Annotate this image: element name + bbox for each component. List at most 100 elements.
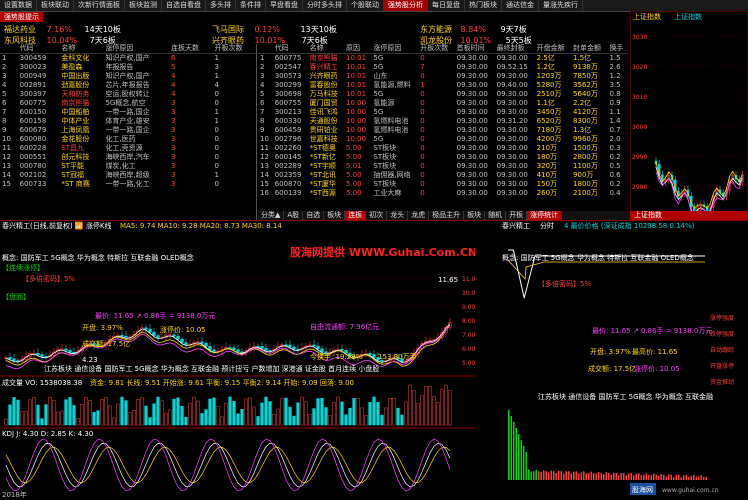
volume-bar xyxy=(236,413,240,426)
column-header[interactable]: 最终封板 xyxy=(494,44,535,54)
intraday-volume-bar xyxy=(540,471,542,480)
column-header[interactable]: 涨停原因 xyxy=(103,44,169,54)
column-header[interactable]: 名称 xyxy=(59,44,104,54)
table-row[interactable]: 9 600459 贵研铂业 10.00 氢燃料电池 0 09.30.00 09.30.00 71… xyxy=(258,126,628,135)
table-row[interactable]: 5 300397 天和防务 空运,股权转让 4 0 xyxy=(0,90,256,99)
column-header[interactable]: 代码 xyxy=(17,44,60,54)
index-mini-chart[interactable]: 上证指数 上证指数 3030 3020 3010 3000 2990 2980 xyxy=(630,11,748,219)
summary-mid-1[interactable]: 飞马国际 0.12% 13天10板 xyxy=(212,24,337,35)
category-button[interactable]: A股 xyxy=(284,211,304,220)
table-cell: 0 xyxy=(420,135,425,143)
top-tab[interactable]: 强势股分析 xyxy=(384,0,428,11)
table-row[interactable]: 13 002289 *ST宇顺 5.01 ST板块 0 09.30.00 09.30.00 32… xyxy=(258,162,628,171)
summary-right-1[interactable]: 东方能源 8.84% 9天7板 xyxy=(420,24,527,35)
category-button[interactable]: 龙虎 xyxy=(408,211,430,220)
table-row[interactable]: 9 600679 上海凤凰 一带一路,国企 3 0 xyxy=(0,126,256,135)
table-row[interactable]: 16 600139 *ST西源 5.00 工业大麻 0 09.30.00 09.30.00 26… xyxy=(258,189,628,198)
category-button[interactable]: 自选 xyxy=(303,211,325,220)
top-tab[interactable]: 通达信金 xyxy=(502,0,539,11)
table-row[interactable]: 11 600228 ST昌九 化工,壳资源 3 0 xyxy=(0,144,256,153)
category-button[interactable]: 板块 xyxy=(464,211,486,220)
column-header[interactable]: 代码 xyxy=(272,44,308,54)
table-row[interactable]: 6 600775 南京熊猫 5G概念,航空 3 0 xyxy=(0,99,256,108)
column-header[interactable]: 原因 xyxy=(344,44,372,54)
column-header[interactable] xyxy=(0,44,18,54)
table-row[interactable]: 12 600145 *ST新亿 5.00 ST板块 0 09.30.00 09.30.00 18… xyxy=(258,153,628,162)
kline-chart[interactable]: 春兴精工(日线,前复权) 📶 涨停K线 MA5: 9.74 MA10: 9.28… xyxy=(0,220,475,500)
table-row[interactable]: 2 002547 春兴精工 10.01 5G 7 09.30.00 09.52.15 1.2亿 9… xyxy=(258,63,628,72)
intraday-chart[interactable]: 春兴精工 分时 4 最价价格 (深证成指 10298.58 0.14%) 概念:… xyxy=(478,220,748,500)
column-header[interactable] xyxy=(258,44,273,54)
volume-bar xyxy=(412,390,416,426)
table-row[interactable]: 13 000780 ST平能 煤炭,化工 3 0 xyxy=(0,162,256,171)
top-tab[interactable]: 每日复盘 xyxy=(428,0,465,11)
top-tab[interactable]: 多头排 xyxy=(206,0,236,11)
table-row[interactable]: 4 300299 富春股份 10.01 氢能源,燃料 1 09.30.00 09.40.00 5… xyxy=(258,81,628,90)
top-tab[interactable]: 分时多头排 xyxy=(303,0,347,11)
table-row[interactable]: 8 600158 中体产业 体育产业,雄安 3 1 xyxy=(0,117,256,126)
table-row[interactable]: 3 000949 中国出版 知识产权,国产 4 1 xyxy=(0,72,256,81)
table-row[interactable]: 14 002102 ST冠福 海峡西岸,超级 3 1 xyxy=(0,171,256,180)
intraday-volume-bar xyxy=(553,471,555,480)
table-row[interactable]: 5 300698 万马科技 10.01 5G 0 09.30.00 09.30.00 2510万… xyxy=(258,90,628,99)
table-row[interactable]: 7 600150 中国船舶 一带一路,国企 3 1 xyxy=(0,108,256,117)
top-tab[interactable]: 条件排 xyxy=(236,0,266,11)
category-button[interactable]: 连板 xyxy=(345,211,367,220)
info-3: 成交额: 17.5亿 xyxy=(82,339,130,348)
category-button[interactable]: 随机 xyxy=(485,211,507,220)
top-tab[interactable]: 板块联动 xyxy=(37,0,74,11)
table-row[interactable]: 7 300213 佳讯飞鸿 10.00 5G 0 09.30.00 09.30.00 3450万… xyxy=(258,108,628,117)
top-tab[interactable]: 自选自看盘 xyxy=(162,0,206,11)
category-button[interactable]: 龙头 xyxy=(387,211,409,220)
top-tab[interactable]: 设置数据 xyxy=(0,0,37,11)
column-header[interactable]: 开盘金额 xyxy=(534,44,572,54)
volume-bar xyxy=(344,414,348,426)
column-header[interactable]: 名称 xyxy=(307,44,345,54)
index-label-bar[interactable]: 上证指数 xyxy=(630,211,748,220)
column-header[interactable]: 开板次数 xyxy=(418,44,455,54)
category-button[interactable]: 极品主升 xyxy=(429,211,465,220)
table-row[interactable]: 2 300023 美盈森 年报报告 5 3 xyxy=(0,63,256,72)
table-row[interactable]: 3 300573 兴齐眼药 10.01 山东 0 09.30.00 09.30.00 1203万… xyxy=(258,72,628,81)
table-row[interactable]: 1 300459 金科文化 知识产权,国产 6 1 xyxy=(0,54,256,64)
summary-left-1[interactable]: 福达药业 7.16% 14天10板 xyxy=(4,24,121,35)
top-tab[interactable]: 早盘看盘 xyxy=(266,0,303,11)
table-cell: 09.30.00 xyxy=(496,153,528,161)
column-header[interactable]: 连板天数 xyxy=(168,44,213,54)
volume-bar xyxy=(120,396,124,426)
intraday-concept-bar: 江苏板块 通信设备 国防军工 5G概念 华为概念 互联金融 xyxy=(538,392,713,401)
table-row[interactable]: 11 002260 *ST德奥 5.00 ST板块 0 09.30.00 09.30.00 21… xyxy=(258,144,628,153)
column-header[interactable]: 开板次数 xyxy=(212,44,256,54)
table-row[interactable]: 8 600330 天通股份 10.00 氢燃料电池 0 09.30.00 09.31.20 65… xyxy=(258,117,628,126)
table-cell: 260万 xyxy=(536,189,558,197)
top-tab[interactable]: 量涨先疾行 xyxy=(539,0,583,11)
top-tab[interactable]: 热门板块 xyxy=(465,0,502,11)
column-header[interactable]: 首板时间 xyxy=(454,44,495,54)
table-row[interactable]: 15 600733 *ST 商赛 一带一路,化工 3 0 xyxy=(0,180,256,189)
table-row[interactable]: 14 002359 *ST北讯 5.00 抽佣器,网络 0 09.30.00 09.30.00… xyxy=(258,171,628,180)
table-row[interactable]: 10 002796 世嘉科技 10.00 5G 0 09.30.00 09.30.00 4200… xyxy=(258,135,628,144)
top-tab[interactable]: 板块监测 xyxy=(125,0,162,11)
table-row[interactable]: 4 002891 劲嘉股份 芯片,年报报告 4 4 xyxy=(0,81,256,90)
top-tab[interactable]: 个股联动 xyxy=(347,0,384,11)
category-button[interactable]: 分类▲ xyxy=(258,211,285,220)
table-cell: 09.30.00 xyxy=(496,99,528,107)
volume-bar xyxy=(252,406,256,426)
table-row[interactable]: 10 600080 金花股份 化工,医药 3 0 xyxy=(0,135,256,144)
column-header[interactable]: 涨停原因 xyxy=(371,44,419,54)
column-header[interactable]: 封单金额 xyxy=(571,44,608,54)
category-button[interactable]: 初次 xyxy=(366,211,388,220)
volume-bar xyxy=(56,411,60,426)
table-cell: 0 xyxy=(420,171,425,179)
category-button[interactable]: 开板 xyxy=(506,211,528,220)
table-row[interactable]: 12 000551 创元科技 海峡西岸,汽车 3 0 xyxy=(0,153,256,162)
tab-strong-stock-tips[interactable]: 强势股提示 xyxy=(0,12,43,22)
table-row[interactable]: 1 600775 南京熊猫 10.01 5G 0 09.30.00 09.30.00 2.5亿 1… xyxy=(258,54,628,64)
table-row[interactable]: 15 600870 *ST厦华 5.00 ST板块 0 09.30.00 09.30.00 15… xyxy=(258,180,628,189)
category-button[interactable]: 涨停统计 xyxy=(527,211,563,220)
top-tab[interactable]: 次新行情面板 xyxy=(74,0,125,11)
table-row[interactable]: 6 600755 厦门国贸 10.00 氢能源 0 09.30.00 09.30.00 1.1亿… xyxy=(258,99,628,108)
category-button[interactable]: 板块 xyxy=(324,211,346,220)
column-header[interactable]: 换手 xyxy=(607,44,628,54)
volume-bar xyxy=(148,417,152,426)
